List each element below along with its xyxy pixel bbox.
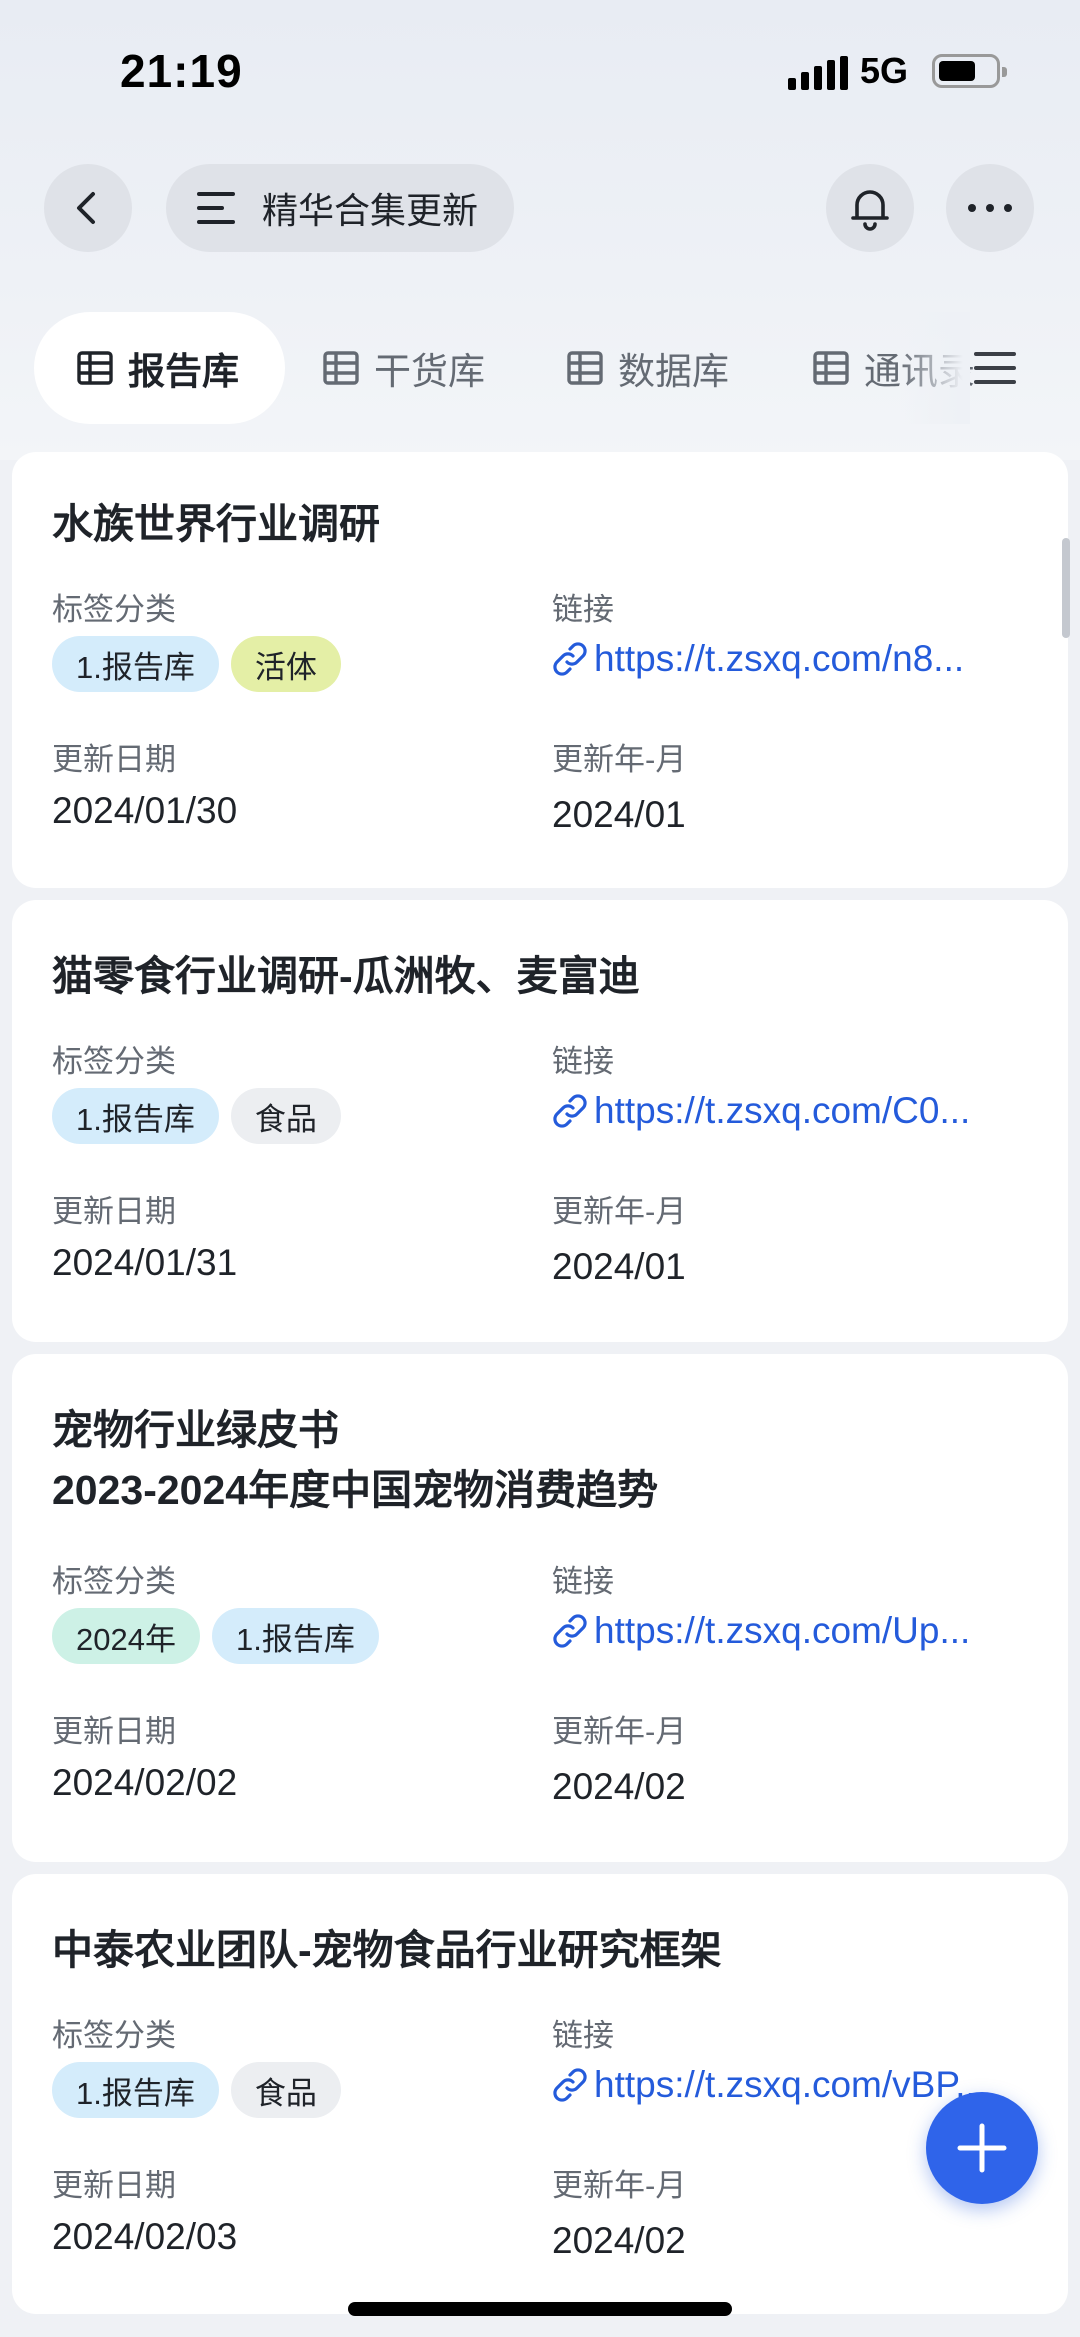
menu-icon: [197, 192, 235, 224]
tag: 1.报告库: [52, 2062, 219, 2118]
update-month-label: 更新年-月: [552, 2168, 687, 2203]
signal-icon: [788, 56, 848, 90]
battery-icon: [932, 54, 1007, 88]
more-button[interactable]: [946, 164, 1034, 252]
tag: 食品: [230, 1088, 341, 1144]
status-time: 21:19: [120, 45, 243, 97]
tag-list: 1.报告库 活体: [52, 636, 341, 692]
record-title: 水族世界行业调研: [52, 501, 380, 547]
update-month-value: 2024/02: [552, 2220, 686, 2261]
tag-list: 2024年 1.报告库: [52, 1608, 379, 1664]
update-month-label: 更新年-月: [552, 1194, 687, 1229]
update-date-value: 2024/01/31: [52, 1242, 238, 1283]
view-tabs: 报告库 干货库 数据库 通讯录: [0, 312, 1080, 424]
tag: 1.报告库: [211, 1608, 379, 1664]
home-indicator[interactable]: [348, 2302, 732, 2316]
update-month-label: 更新年-月: [552, 742, 687, 777]
record-link[interactable]: https://t.zsxq.com/n8...: [552, 638, 1022, 680]
tags-label: 标签分类: [52, 1564, 176, 1599]
update-month-label: 更新年-月: [552, 1714, 687, 1749]
table-icon: [813, 351, 849, 385]
link-icon: [553, 1094, 587, 1128]
update-month-value: 2024/01: [552, 1246, 686, 1287]
tag: 2024年: [52, 1608, 200, 1664]
tab-label: 干货库: [374, 351, 485, 392]
tags-label: 标签分类: [52, 2018, 176, 2053]
notification-button[interactable]: [826, 164, 914, 252]
tags-label: 标签分类: [52, 592, 176, 627]
tag-list: 1.报告库 食品: [52, 2062, 341, 2118]
tab-report-library[interactable]: 报告库: [34, 312, 285, 424]
record-title: 猫零食行业调研-瓜洲牧、麦富迪: [52, 953, 640, 999]
status-bar: 21:19 5G: [0, 0, 1080, 140]
back-button[interactable]: [44, 164, 132, 252]
tag: 活体: [230, 636, 341, 692]
back-icon: [77, 192, 95, 224]
record-title-line2: 2023-2024年度中国宠物消费趋势: [52, 1467, 659, 1513]
link-label: 链接: [552, 2018, 614, 2053]
link-text: https://t.zsxq.com/n8...: [594, 638, 965, 679]
link-text: https://t.zsxq.com/Up...: [594, 1610, 971, 1651]
link-text: https://t.zsxq.com/C0...: [594, 1090, 971, 1131]
link-icon: [553, 1614, 587, 1648]
update-date-value: 2024/01/30: [52, 790, 238, 831]
record-link[interactable]: https://t.zsxq.com/C0...: [552, 1090, 1022, 1132]
update-date-label: 更新日期: [52, 2168, 176, 2203]
link-text: https://t.zsxq.com/vBP...: [594, 2064, 987, 2105]
link-icon: [553, 2068, 587, 2102]
update-date-label: 更新日期: [52, 1194, 176, 1229]
tag: 食品: [230, 2062, 341, 2118]
table-icon: [323, 351, 359, 385]
record-card[interactable]: 猫零食行业调研-瓜洲牧、麦富迪 标签分类 链接 1.报告库 食品 https:/…: [12, 900, 1068, 1342]
record-card[interactable]: 中泰农业团队-宠物食品行业研究框架 标签分类 链接 1.报告库 食品 https…: [12, 1874, 1068, 2314]
link-label: 链接: [552, 1564, 614, 1599]
view-title-button[interactable]: 精华合集更新: [166, 164, 515, 252]
more-icon: [968, 204, 1012, 212]
update-date-value: 2024/02/03: [52, 2216, 238, 2257]
tab-label: 数据库: [618, 351, 729, 392]
hamburger-icon: [974, 352, 1016, 384]
record-card[interactable]: 宠物行业绿皮书 2023-2024年度中国宠物消费趋势 标签分类 链接 2024…: [12, 1354, 1068, 1862]
record-title-line1: 宠物行业绿皮书: [52, 1407, 339, 1453]
update-date-label: 更新日期: [52, 1714, 176, 1749]
update-date-value: 2024/02/02: [52, 1762, 238, 1803]
scrollbar[interactable]: [1062, 538, 1070, 638]
link-label: 链接: [552, 1044, 614, 1079]
table-icon: [567, 351, 603, 385]
record-link[interactable]: https://t.zsxq.com/Up...: [552, 1610, 1022, 1652]
tags-label: 标签分类: [52, 1044, 176, 1079]
tab-label: 报告库: [128, 351, 239, 392]
record-card[interactable]: 水族世界行业调研 标签分类 链接 1.报告库 活体 https://t.zsxq…: [12, 452, 1068, 888]
network-type: 5G: [860, 50, 909, 91]
record-title: 中泰农业团队-宠物食品行业研究框架: [52, 1927, 722, 1973]
tag: 1.报告库: [52, 636, 219, 692]
table-icon: [77, 351, 113, 385]
update-date-label: 更新日期: [52, 742, 176, 777]
add-record-button[interactable]: [926, 2092, 1038, 2204]
tab-menu-button[interactable]: [972, 348, 1018, 393]
tab-database[interactable]: 数据库: [566, 312, 729, 424]
tag-list: 1.报告库 食品: [52, 1088, 341, 1144]
link-icon: [553, 642, 587, 676]
update-month-value: 2024/01: [552, 794, 686, 835]
bell-icon: [851, 190, 889, 231]
view-title: 精华合集更新: [262, 190, 479, 231]
plus-icon: [957, 2123, 1007, 2173]
update-month-value: 2024/02: [552, 1766, 686, 1807]
link-label: 链接: [552, 592, 614, 627]
tab-dry-goods-library[interactable]: 干货库: [322, 312, 485, 424]
tag: 1.报告库: [52, 1088, 219, 1144]
tab-fade: [900, 312, 970, 424]
